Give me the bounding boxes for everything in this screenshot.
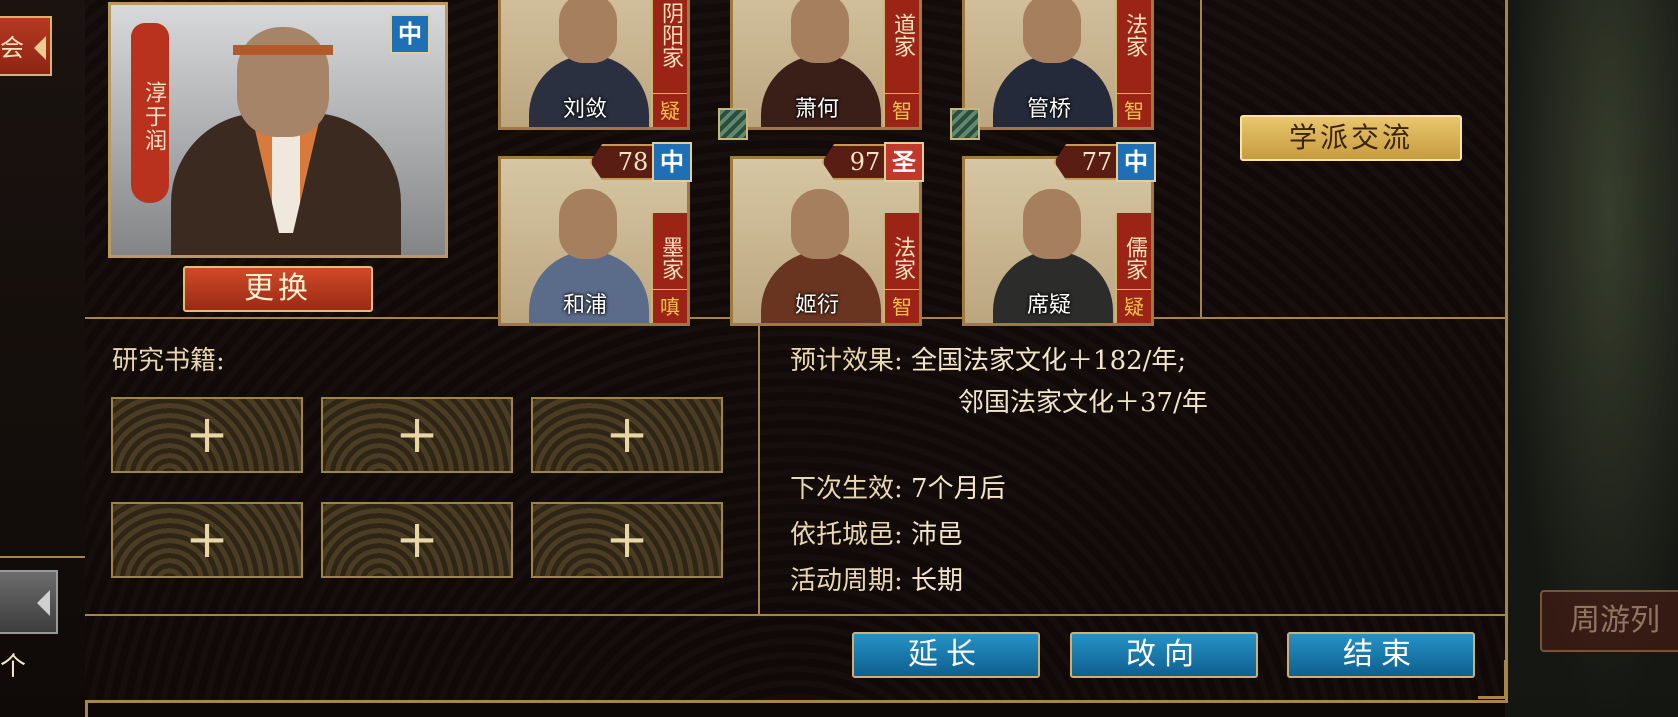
period-key: 活动周期:	[790, 566, 903, 596]
plus-icon: +	[605, 510, 649, 570]
book-slot[interactable]: +	[321, 502, 513, 578]
scholar-figure-head	[1023, 189, 1081, 259]
scholar-figure-head	[559, 0, 617, 63]
book-slot[interactable]: +	[531, 502, 723, 578]
research-books-label: 研究书籍:	[112, 346, 225, 376]
corner-ornament	[1478, 660, 1507, 699]
travel-button: 周游列	[1540, 590, 1678, 652]
scholar-figure-head	[1023, 0, 1081, 63]
effect-value-line1: 全国法家文化＋182/年;	[911, 346, 1187, 376]
chevron-left-icon	[34, 36, 46, 60]
main-scholar-rank-badge: 中	[390, 14, 430, 54]
scholar-card[interactable]: 道家 智 萧何	[730, 0, 922, 130]
scholar-name-label: 管桥	[1026, 97, 1071, 122]
left-divider	[0, 556, 85, 558]
redirect-button[interactable]: 改向	[1070, 632, 1258, 678]
assoc-tab-button[interactable]: 会	[0, 16, 52, 76]
scholar-name-label: 刘敛	[562, 97, 607, 122]
next-effect-row: 下次生效: 7个月后	[790, 468, 1006, 505]
scholar-card[interactable]: 法家 智 管桥	[962, 0, 1154, 130]
scholar-school-label: 道家	[883, 0, 919, 103]
scholar-card[interactable]: 阴阳家 疑 刘敛	[498, 0, 690, 130]
scholar-name-label: 和浦	[562, 293, 607, 318]
book-icon	[718, 108, 748, 140]
next-effect-key: 下次生效:	[790, 474, 903, 504]
book-slot[interactable]: +	[111, 397, 303, 473]
scholar-school-label: 阴阳家	[651, 0, 687, 103]
plus-icon: +	[605, 405, 649, 465]
divider-vertical-top	[1200, 0, 1202, 317]
period-row: 活动周期: 长期	[790, 560, 963, 597]
divider-horizontal-bottom	[85, 614, 1505, 616]
scholar-name-label: 萧何	[794, 97, 839, 122]
book-slot[interactable]: +	[531, 397, 723, 473]
effect-value-line2: 邻国法家文化＋37/年	[958, 388, 1208, 418]
scholar-rank-badge: 中	[652, 142, 692, 182]
scholar-name-label: 席疑	[1026, 293, 1071, 318]
plus-icon: +	[185, 405, 229, 465]
end-button[interactable]: 结束	[1287, 632, 1475, 678]
assoc-tab-label: 会	[0, 34, 24, 62]
scholar-rank-badge: 中	[1116, 142, 1156, 182]
next-effect-value: 7个月后	[911, 474, 1006, 504]
scholar-name-label: 姬衍	[794, 293, 839, 318]
scholar-rank-badge: 圣	[884, 142, 924, 182]
change-scholar-button[interactable]: 更换	[183, 266, 373, 312]
portrait-figure-head	[237, 27, 329, 137]
city-value: 沛邑	[911, 520, 964, 550]
school-exchange-button[interactable]: 学派交流	[1240, 115, 1462, 161]
effect-key: 预计效果:	[790, 346, 903, 376]
city-key: 依托城邑:	[790, 520, 903, 550]
scholar-school-label: 法家	[1115, 0, 1151, 103]
city-row: 依托城邑: 沛邑	[790, 514, 963, 551]
chevron-left-icon	[37, 590, 50, 616]
plus-icon: +	[185, 510, 229, 570]
extend-button[interactable]: 延长	[852, 632, 1040, 678]
collapse-left-button[interactable]	[0, 570, 58, 634]
divider-vertical-middle	[758, 317, 760, 614]
main-scholar-name: 淳于润	[131, 23, 169, 203]
book-slot[interactable]: +	[321, 397, 513, 473]
period-value: 长期	[911, 566, 964, 596]
scholar-figure-head	[791, 0, 849, 63]
plus-icon: +	[395, 510, 439, 570]
count-label: 个	[0, 652, 27, 682]
scholar-figure-head	[791, 189, 849, 259]
effect-row: 预计效果: 全国法家文化＋182/年;	[790, 340, 1186, 377]
scholar-figure-head	[559, 189, 617, 259]
portrait-headband	[233, 45, 333, 55]
book-slot[interactable]: +	[111, 502, 303, 578]
book-icon	[950, 108, 980, 140]
plus-icon: +	[395, 405, 439, 465]
